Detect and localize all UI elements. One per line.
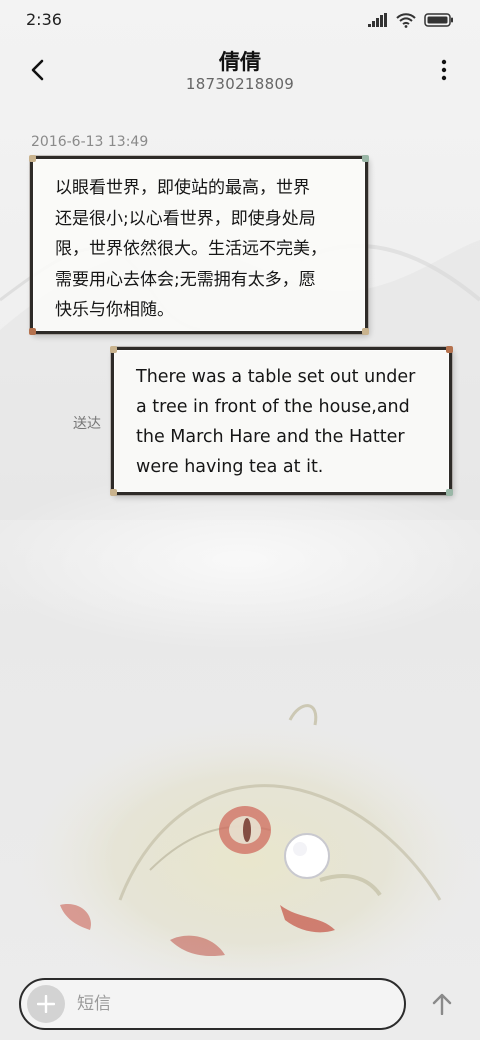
- arrow-up-icon: [432, 993, 452, 1015]
- plus-icon: [37, 995, 55, 1013]
- message-composer: [19, 978, 406, 1030]
- status-time: 2:36: [26, 10, 62, 29]
- contact-number: 18730218809: [185, 75, 295, 93]
- message-line: a tree in front of the house,and: [136, 397, 410, 417]
- sent-message-bubble[interactable]: There was a table set out under a tree i…: [110, 346, 453, 496]
- bubble-corner-ornament: [29, 328, 36, 335]
- status-icons: [368, 12, 454, 28]
- message-input[interactable]: [77, 988, 387, 1020]
- received-message-bubble[interactable]: 以眼看世界，即使站的最高，世界 还是很小;以心看世界，即使身处局 限，世界依然很…: [29, 155, 369, 335]
- message-line: 以眼看世界，即使站的最高，世界: [55, 178, 310, 198]
- battery-icon: [424, 13, 453, 27]
- bubble-corner-ornament: [446, 346, 453, 353]
- delivery-status: 送达: [73, 416, 101, 432]
- bubble-corner-ornament: [110, 346, 117, 353]
- bubble-corner-ornament: [446, 489, 453, 496]
- bubble-corner-ornament: [362, 155, 369, 162]
- message-line: 需要用心去体会;无需拥有太多，愿: [55, 269, 316, 290]
- bubble-corner-ornament: [362, 328, 369, 335]
- signal-icon: [368, 13, 387, 27]
- message-line: There was a table set out under: [136, 367, 416, 387]
- wifi-icon: [396, 12, 416, 28]
- status-bar: 2:36: [0, 0, 480, 40]
- send-button[interactable]: [426, 988, 458, 1020]
- contact-name: 倩倩: [219, 50, 261, 74]
- more-options-button[interactable]: [432, 54, 456, 86]
- conversation-header: 倩倩 18730218809: [0, 40, 480, 110]
- more-vertical-icon: [441, 59, 447, 81]
- message-line: were having tea at it.: [136, 457, 324, 477]
- message-line: 快乐与你相随。: [55, 300, 174, 320]
- add-attachment-button[interactable]: [27, 985, 65, 1023]
- bubble-corner-ornament: [29, 155, 36, 162]
- bubble-corner-ornament: [110, 489, 117, 496]
- message-timestamp: 2016-6-13 13:49: [31, 134, 149, 150]
- message-line: 还是很小;以心看世界，即使身处局: [55, 208, 316, 229]
- message-line: 限，世界依然很大。生活远不完美，: [55, 239, 327, 259]
- message-line: the March Hare and the Hatter: [136, 427, 405, 447]
